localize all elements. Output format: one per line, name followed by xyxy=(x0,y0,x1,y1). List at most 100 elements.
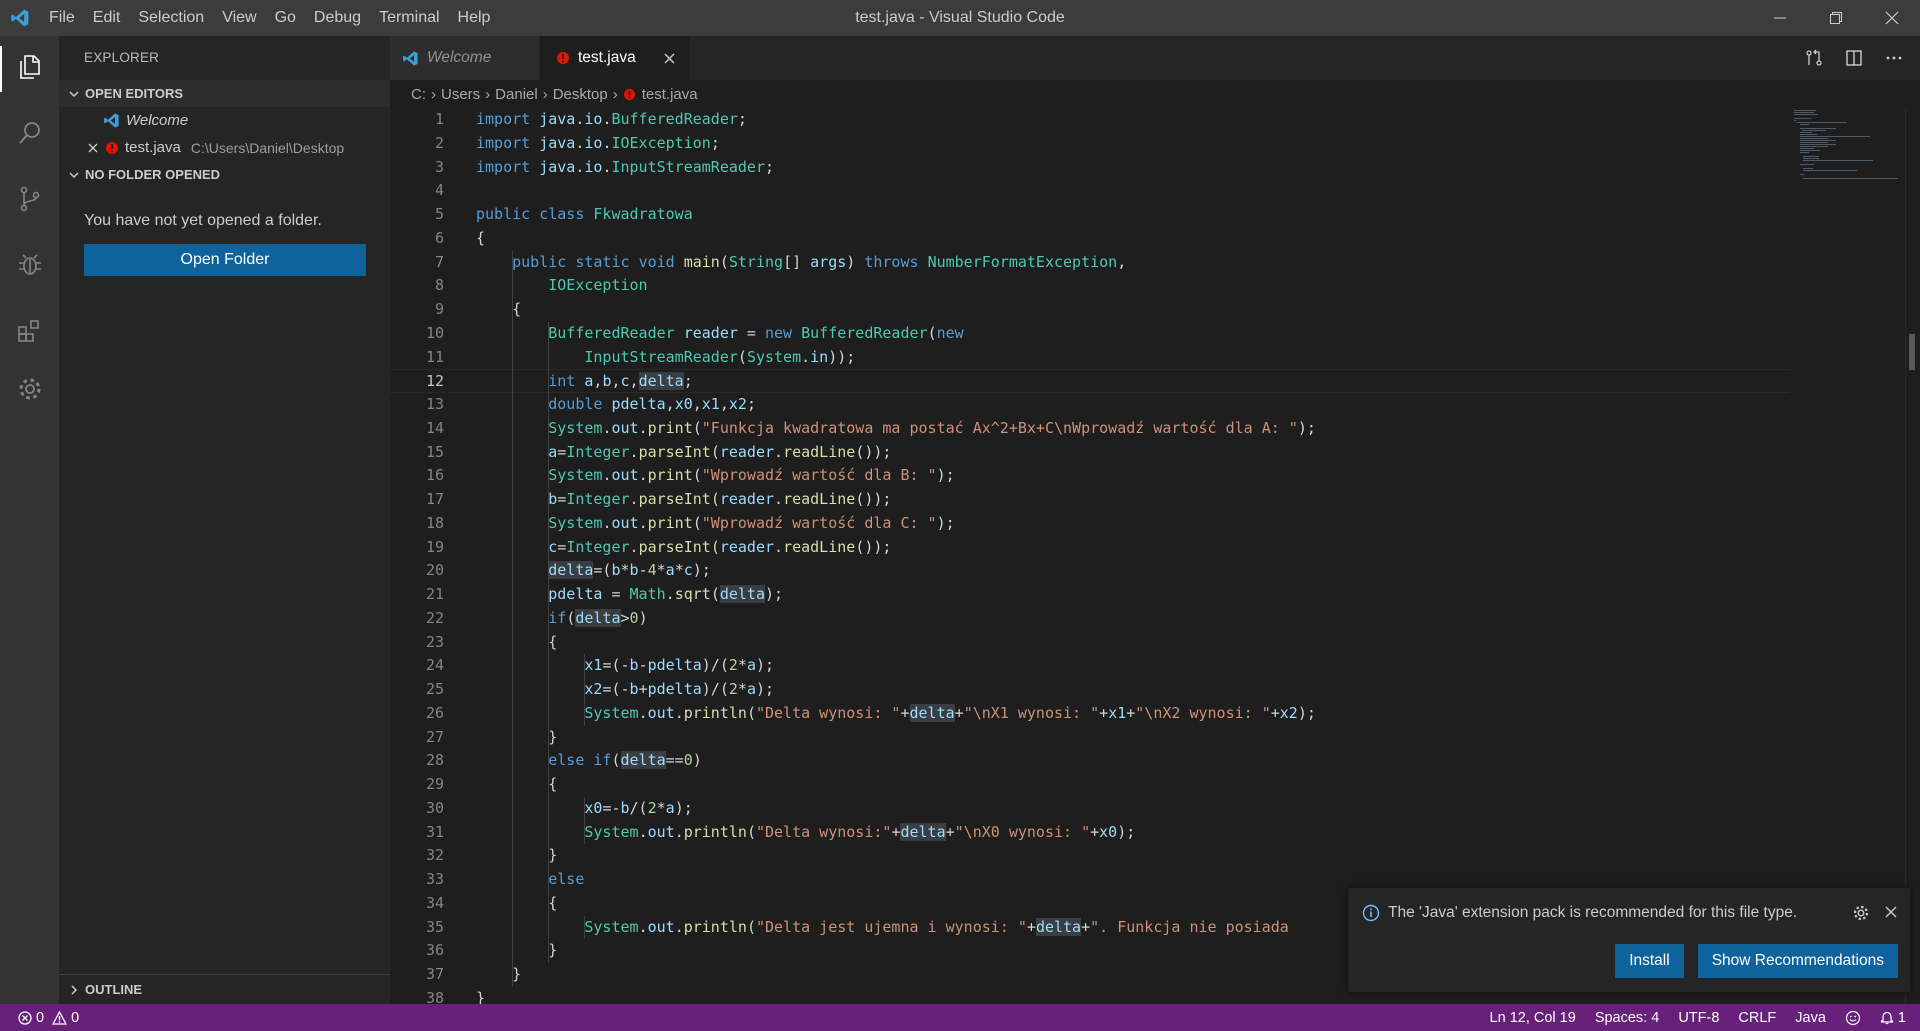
line-text[interactable]: import java.io.InputStreamReader; xyxy=(444,156,774,180)
code-line[interactable]: 15 a=Integer.parseInt(reader.readLine())… xyxy=(390,441,1790,465)
source-control-activity[interactable] xyxy=(0,168,59,234)
problems-indicator[interactable]: 0 0 xyxy=(0,1010,79,1026)
line-text[interactable]: } xyxy=(444,963,521,987)
breadcrumb-item[interactable]: Daniel xyxy=(495,86,538,103)
code-line[interactable]: 13 double pdelta,x0,x1,x2; xyxy=(390,393,1790,417)
code-line[interactable]: 5 public class Fkwadratowa xyxy=(390,203,1790,227)
line-text[interactable]: else if(delta==0) xyxy=(444,749,702,773)
code-line[interactable]: 6{ xyxy=(390,227,1790,251)
line-text[interactable]: { xyxy=(444,631,557,655)
code-line[interactable]: 1 import java.io.BufferedReader; xyxy=(390,108,1790,132)
gear-icon[interactable] xyxy=(1852,904,1870,922)
line-text[interactable]: } xyxy=(444,939,557,963)
line-text[interactable]: { xyxy=(444,227,485,251)
line-text[interactable]: System.out.println("Delta jest ujemna i … xyxy=(444,916,1289,940)
line-text[interactable]: } xyxy=(444,726,557,750)
code-line[interactable]: 22 if(delta>0) xyxy=(390,607,1790,631)
scrollbar-thumb[interactable] xyxy=(1909,334,1915,370)
line-text[interactable]: System.out.print("Wprowadź wartość dla B… xyxy=(444,464,954,488)
line-text[interactable]: x0=-b/(2*a); xyxy=(444,797,692,821)
code-line[interactable]: 17 b=Integer.parseInt(reader.readLine())… xyxy=(390,488,1790,512)
menu-help[interactable]: Help xyxy=(449,0,500,36)
split-editor-icon[interactable] xyxy=(1834,49,1874,67)
breadcrumb-item[interactable]: C: xyxy=(411,86,426,103)
line-text[interactable]: System.out.print("Funkcja kwadratowa ma … xyxy=(444,417,1316,441)
cursor-position[interactable]: Ln 12, Col 19 xyxy=(1490,1010,1576,1026)
line-text[interactable]: import java.io.BufferedReader; xyxy=(444,108,747,132)
open-folder-button[interactable]: Open Folder xyxy=(84,244,366,276)
tab-welcome[interactable]: Welcome xyxy=(390,36,540,80)
open-changes-icon[interactable] xyxy=(1794,49,1834,67)
line-text[interactable]: delta=(b*b-4*a*c); xyxy=(444,559,711,583)
line-text[interactable]: System.out.println("Delta wynosi: "+delt… xyxy=(444,702,1316,726)
line-text[interactable]: if(delta>0) xyxy=(444,607,648,631)
open-editors-header[interactable]: OPEN EDITORS xyxy=(59,80,390,107)
line-text[interactable]: } xyxy=(444,844,557,868)
breadcrumb-item[interactable]: Desktop xyxy=(553,86,608,103)
menu-edit[interactable]: Edit xyxy=(84,0,130,36)
tab-test-java[interactable]: test.java xyxy=(540,36,690,80)
code-line[interactable]: 29 { xyxy=(390,773,1790,797)
menu-debug[interactable]: Debug xyxy=(305,0,370,36)
code-line[interactable]: 26 System.out.println("Delta wynosi: "+d… xyxy=(390,702,1790,726)
menu-go[interactable]: Go xyxy=(266,0,305,36)
line-text[interactable]: { xyxy=(444,892,557,916)
line-text[interactable]: x1=(-b-pdelta)/(2*a); xyxy=(444,654,774,678)
line-text[interactable]: public class Fkwadratowa xyxy=(444,203,693,227)
line-text[interactable]: System.out.print("Wprowadź wartość dla C… xyxy=(444,512,954,536)
indentation[interactable]: Spaces: 4 xyxy=(1595,1010,1660,1026)
open-editor-item-welcome[interactable]: Welcome xyxy=(59,107,390,134)
notifications-indicator[interactable]: 1 xyxy=(1880,1010,1906,1026)
line-text[interactable]: int a,b,c,delta; xyxy=(444,370,693,392)
close-icon[interactable] xyxy=(83,142,103,154)
code-line[interactable]: 4 xyxy=(390,179,1790,203)
close-tab-icon[interactable] xyxy=(663,52,676,65)
line-text[interactable]: double pdelta,x0,x1,x2; xyxy=(444,393,756,417)
line-text[interactable]: BufferedReader reader = new BufferedRead… xyxy=(444,322,963,346)
code-line[interactable]: 27 } xyxy=(390,726,1790,750)
code-line[interactable]: 16 System.out.print("Wprowadź wartość dl… xyxy=(390,464,1790,488)
line-text[interactable]: import java.io.IOException; xyxy=(444,132,720,156)
code-line[interactable]: 9 { xyxy=(390,298,1790,322)
line-text[interactable]: public static void main(String[] args) t… xyxy=(444,251,1126,275)
code-line[interactable]: 31 System.out.println("Delta wynosi:"+de… xyxy=(390,821,1790,845)
close-notification-icon[interactable] xyxy=(1884,905,1898,919)
no-folder-header[interactable]: NO FOLDER OPENED xyxy=(59,161,390,188)
code-line[interactable]: 20 delta=(b*b-4*a*c); xyxy=(390,559,1790,583)
extensions-activity[interactable] xyxy=(0,300,59,366)
search-activity[interactable] xyxy=(0,102,59,168)
explorer-activity[interactable] xyxy=(0,36,59,102)
minimize-button[interactable] xyxy=(1752,0,1808,36)
install-button[interactable]: Install xyxy=(1615,944,1684,978)
code-line[interactable]: 14 System.out.print("Funkcja kwadratowa … xyxy=(390,417,1790,441)
close-window-button[interactable] xyxy=(1864,0,1920,36)
menu-file[interactable]: File xyxy=(40,0,84,36)
line-text[interactable]: } xyxy=(444,987,485,1004)
code-editor[interactable]: 1 import java.io.BufferedReader; 2 import j… xyxy=(390,108,1790,1004)
code-line[interactable]: 2 import java.io.IOException; xyxy=(390,132,1790,156)
menu-terminal[interactable]: Terminal xyxy=(370,0,448,36)
feedback-smiley-icon[interactable] xyxy=(1845,1010,1861,1026)
outline-header[interactable]: OUTLINE xyxy=(59,974,390,1004)
code-line[interactable]: 18 System.out.print("Wprowadź wartość dl… xyxy=(390,512,1790,536)
line-text[interactable]: x2=(-b+pdelta)/(2*a); xyxy=(444,678,774,702)
manage-activity[interactable] xyxy=(0,358,59,424)
line-ending[interactable]: CRLF xyxy=(1738,1010,1776,1026)
minimap[interactable] xyxy=(1790,108,1905,1004)
code-line[interactable]: 19 c=Integer.parseInt(reader.readLine())… xyxy=(390,536,1790,560)
menu-selection[interactable]: Selection xyxy=(129,0,213,36)
line-text[interactable]: else xyxy=(444,868,584,892)
line-text[interactable]: IOException xyxy=(444,274,647,298)
code-line[interactable]: 32 } xyxy=(390,844,1790,868)
code-line[interactable]: 30 x0=-b/(2*a); xyxy=(390,797,1790,821)
more-actions-icon[interactable] xyxy=(1874,49,1914,67)
code-lines[interactable]: 1 import java.io.BufferedReader; 2 import j… xyxy=(390,108,1790,1004)
vertical-scrollbar[interactable] xyxy=(1905,108,1920,1004)
breadcrumb-item[interactable]: test.java xyxy=(642,86,698,103)
code-line[interactable]: 7 public static void main(String[] args)… xyxy=(390,251,1790,275)
code-line[interactable]: 23 { xyxy=(390,631,1790,655)
language-mode[interactable]: Java xyxy=(1795,1010,1826,1026)
line-text[interactable] xyxy=(444,179,476,203)
show-recommendations-button[interactable]: Show Recommendations xyxy=(1697,944,1898,978)
debug-activity[interactable] xyxy=(0,234,59,300)
